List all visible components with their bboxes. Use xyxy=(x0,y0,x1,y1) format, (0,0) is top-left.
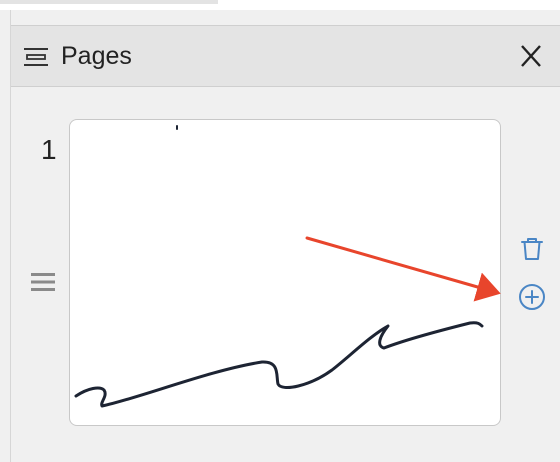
page-drawing xyxy=(74,125,484,408)
page-number: 1 xyxy=(41,134,57,165)
panel-title: Pages xyxy=(61,42,132,70)
close-button[interactable] xyxy=(513,38,549,74)
delete-page-button[interactable] xyxy=(517,234,547,264)
top-divider xyxy=(0,0,218,4)
drag-handle-icon[interactable] xyxy=(30,272,56,292)
trash-icon xyxy=(521,238,543,260)
pages-list-icon xyxy=(23,47,49,67)
top-strip xyxy=(0,0,560,10)
pages-panel-header: Pages xyxy=(11,25,560,87)
pages-panel: Pages 1 xyxy=(10,10,560,462)
close-icon xyxy=(521,45,541,67)
add-page-icon xyxy=(519,284,545,310)
page-thumbnail[interactable] xyxy=(69,119,501,426)
add-page-button[interactable] xyxy=(517,282,547,312)
